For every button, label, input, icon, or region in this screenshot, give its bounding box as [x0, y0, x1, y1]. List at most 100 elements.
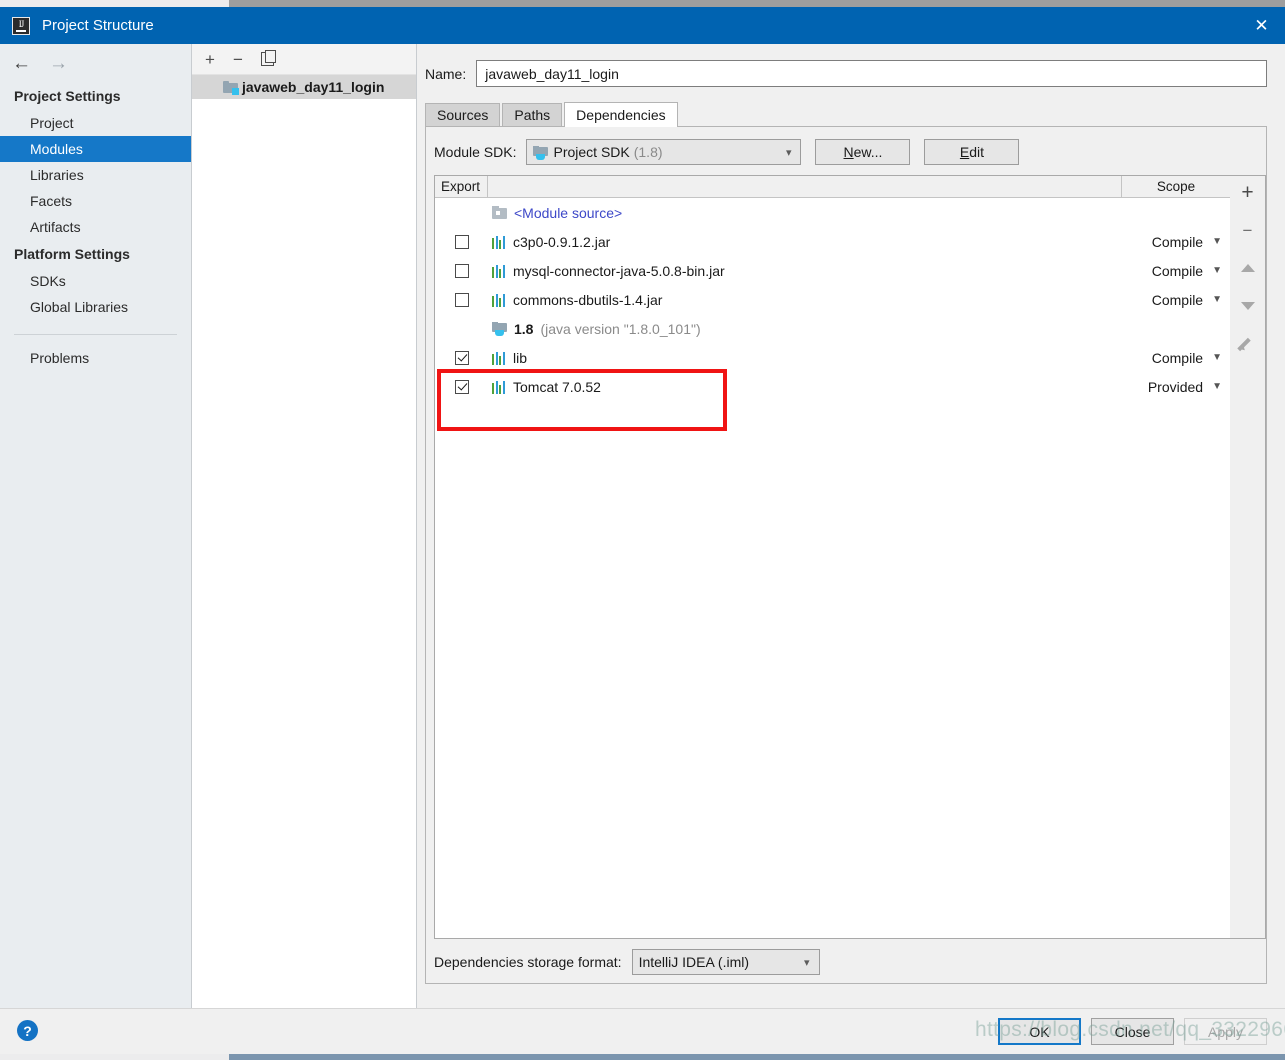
row-export-cell[interactable] — [435, 379, 488, 394]
chevron-down-icon: ▾ — [804, 956, 810, 969]
tab-dependencies[interactable]: Dependencies — [564, 102, 678, 127]
dependencies-side-toolbar: + − — [1230, 175, 1266, 939]
sidebar-item-project[interactable]: Project — [0, 110, 191, 136]
chevron-down-icon: ▼ — [1212, 294, 1222, 305]
modules-toolbar: + − — [192, 44, 416, 75]
row-name-cell: lib — [488, 350, 1122, 366]
table-row[interactable]: lib Compile ▼ — [435, 343, 1230, 372]
forward-arrow-icon[interactable]: → — [49, 54, 68, 73]
export-checkbox[interactable] — [454, 263, 469, 278]
export-checkbox[interactable] — [454, 350, 469, 365]
dependencies-panel: Module SDK: Project SDK (1.8) ▾ New... E… — [425, 126, 1267, 984]
chevron-down-icon: ▼ — [1212, 265, 1222, 276]
module-sdk-row: Module SDK: Project SDK (1.8) ▾ New... E… — [426, 127, 1266, 165]
module-source-icon — [492, 206, 507, 219]
table-row[interactable]: Tomcat 7.0.52 Provided ▼ — [435, 372, 1230, 401]
help-icon[interactable]: ? — [17, 1020, 38, 1041]
sidebar-item-facets[interactable]: Facets — [0, 188, 191, 214]
sidebar-group-platform-settings: Platform Settings — [14, 246, 130, 262]
row-scope-cell[interactable]: Compile ▼ — [1122, 234, 1230, 250]
column-header-scope[interactable]: Scope — [1122, 176, 1230, 197]
dependencies-table-header: Export Scope — [435, 176, 1230, 198]
apply-button[interactable]: Apply — [1184, 1018, 1267, 1045]
row-name-suffix: (java version "1.8.0_101") — [540, 320, 701, 337]
module-sdk-label: Module SDK: — [434, 144, 517, 160]
table-row[interactable]: commons-dbutils-1.4.jar Compile ▼ — [435, 285, 1230, 314]
row-scope-cell[interactable]: Compile ▼ — [1122, 292, 1230, 308]
row-scope-label: Compile — [1151, 349, 1204, 366]
sdk-icon — [492, 322, 507, 336]
module-sdk-select[interactable]: Project SDK (1.8) ▾ — [526, 139, 802, 165]
move-up-icon[interactable] — [1236, 256, 1260, 280]
modules-list-panel: + − javaweb_day11_login — [192, 44, 417, 1009]
row-export-cell[interactable] — [435, 350, 488, 365]
row-scope-cell[interactable]: Compile ▼ — [1122, 350, 1230, 366]
sidebar-divider — [14, 334, 177, 335]
desktop-top-strip-light — [0, 0, 229, 7]
module-tabs: Sources Paths Dependencies — [425, 101, 1285, 127]
row-scope-label: Compile — [1151, 262, 1204, 279]
sidebar-nav-arrows: ← → — [0, 44, 191, 82]
chevron-down-icon: ▼ — [1212, 236, 1222, 247]
footer-buttons: OK Close Apply — [998, 1018, 1267, 1045]
module-list-item[interactable]: javaweb_day11_login — [192, 75, 416, 99]
storage-format-row: Dependencies storage format: IntelliJ ID… — [434, 949, 820, 975]
table-row[interactable]: c3p0-0.9.1.2.jar Compile ▼ — [435, 227, 1230, 256]
sidebar-item-sdks[interactable]: SDKs — [0, 268, 191, 294]
row-scope-cell[interactable]: Provided ▼ — [1122, 379, 1230, 395]
row-export-cell[interactable] — [435, 234, 488, 249]
back-arrow-icon[interactable]: ← — [12, 54, 31, 73]
copy-module-icon[interactable] — [260, 50, 276, 66]
window-title: Project Structure — [42, 17, 154, 34]
move-down-icon[interactable] — [1236, 294, 1260, 318]
close-button[interactable]: Close — [1091, 1018, 1174, 1045]
ok-button[interactable]: OK — [998, 1018, 1081, 1045]
row-name-label: <Module source> — [514, 204, 623, 221]
sidebar-item-global-libraries[interactable]: Global Libraries — [0, 294, 191, 320]
module-name-input[interactable]: javaweb_day11_login — [476, 60, 1267, 87]
edit-sdk-button[interactable]: Edit — [924, 139, 1020, 165]
row-name-label: c3p0-0.9.1.2.jar — [513, 233, 611, 250]
dialog-body: ← → Project Settings Project Modules Lib… — [0, 44, 1285, 1009]
desktop-bottom-strip-light — [0, 1054, 229, 1060]
row-scope-label: Provided — [1147, 378, 1204, 395]
row-name-label: Tomcat 7.0.52 — [513, 378, 601, 395]
table-row[interactable]: mysql-connector-java-5.0.8-bin.jar Compi… — [435, 256, 1230, 285]
row-scope-cell[interactable]: Compile ▼ — [1122, 263, 1230, 279]
jar-icon — [492, 235, 506, 249]
remove-dependency-icon[interactable]: − — [1236, 218, 1260, 242]
export-checkbox[interactable] — [454, 379, 469, 394]
storage-format-select[interactable]: IntelliJ IDEA (.iml) ▾ — [631, 949, 820, 975]
table-row[interactable]: <Module source> — [435, 198, 1230, 227]
tab-sources[interactable]: Sources — [425, 103, 501, 126]
add-module-icon[interactable]: + — [205, 51, 215, 68]
tab-paths[interactable]: Paths — [502, 103, 563, 126]
row-name-cell: <Module source> — [488, 205, 1122, 221]
edit-dependency-icon[interactable] — [1236, 332, 1260, 356]
add-dependency-icon[interactable]: + — [1236, 180, 1260, 204]
remove-module-icon[interactable]: − — [233, 51, 243, 68]
column-header-export[interactable]: Export — [435, 176, 488, 197]
module-editor: Name: javaweb_day11_login Sources Paths … — [417, 44, 1285, 1009]
storage-format-label: Dependencies storage format: — [434, 954, 622, 970]
column-header-name[interactable] — [488, 176, 1122, 197]
sidebar-item-artifacts[interactable]: Artifacts — [0, 214, 191, 240]
new-sdk-button[interactable]: New... — [815, 139, 911, 165]
row-export-cell[interactable] — [435, 292, 488, 307]
sdk-icon — [533, 145, 549, 160]
row-name-cell: c3p0-0.9.1.2.jar — [488, 234, 1122, 250]
sidebar-item-problems[interactable]: Problems — [0, 345, 191, 371]
row-name-label: commons-dbutils-1.4.jar — [513, 291, 663, 308]
export-checkbox[interactable] — [454, 234, 469, 249]
table-row[interactable]: 1.8 (java version "1.8.0_101") — [435, 314, 1230, 343]
close-icon[interactable]: ✕ — [1238, 7, 1285, 44]
export-checkbox[interactable] — [454, 292, 469, 307]
sidebar-item-libraries[interactable]: Libraries — [0, 162, 191, 188]
storage-format-value: IntelliJ IDEA (.iml) — [638, 954, 750, 970]
module-name-label: Name: — [425, 65, 467, 82]
dialog-footer: ? OK Close Apply — [0, 1008, 1285, 1054]
chevron-down-icon: ▼ — [1212, 381, 1222, 392]
module-list-item-label: javaweb_day11_login — [242, 79, 385, 95]
row-export-cell[interactable] — [435, 263, 488, 278]
sidebar-item-modules[interactable]: Modules — [0, 136, 191, 162]
